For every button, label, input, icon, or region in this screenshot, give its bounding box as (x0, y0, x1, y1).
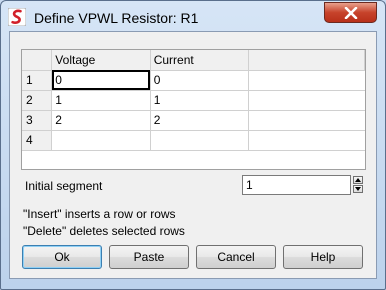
initial-segment-input[interactable] (242, 175, 351, 195)
voltage-cell[interactable]: 1 (51, 90, 151, 111)
paste-button[interactable]: Paste (109, 245, 189, 269)
row-header[interactable]: 1 (22, 70, 53, 91)
ok-button[interactable]: Ok (22, 245, 102, 269)
vpwl-table[interactable]: Voltage Current 1 0 0 2 1 1 3 2 2 4 (21, 49, 366, 170)
column-header-voltage: Voltage (51, 50, 151, 71)
insert-help-text: "Insert" inserts a row or rows (23, 207, 176, 221)
dialog-content: Voltage Current 1 0 0 2 1 1 3 2 2 4 Init… (9, 31, 377, 279)
help-button[interactable]: Help (283, 245, 363, 269)
simetrix-logo-icon (7, 7, 27, 27)
empty-cell (248, 70, 365, 91)
delete-help-text: "Delete" deletes selected rows (23, 224, 185, 238)
empty-cell (248, 110, 365, 131)
current-cell[interactable]: 1 (150, 90, 250, 111)
column-header-current: Current (150, 50, 250, 71)
column-header-empty (248, 50, 365, 71)
dialog-window: Define VPWL Resistor: R1 Voltage Current (0, 0, 386, 290)
voltage-cell[interactable]: 0 (51, 70, 151, 91)
empty-cell (248, 90, 365, 111)
voltage-cell[interactable] (51, 130, 151, 151)
table-row: 3 2 2 (22, 110, 365, 131)
current-cell[interactable]: 0 (150, 70, 250, 91)
title-bar[interactable]: Define VPWL Resistor: R1 (1, 1, 385, 33)
table-row: 4 (22, 130, 365, 151)
row-header[interactable]: 3 (22, 110, 53, 131)
row-header[interactable]: 4 (22, 130, 53, 151)
close-button[interactable] (324, 2, 377, 23)
empty-cell (248, 130, 365, 151)
spin-up-button[interactable] (353, 176, 363, 184)
table-row: 1 0 0 (22, 70, 365, 91)
spin-down-button[interactable] (353, 185, 363, 193)
close-icon (344, 6, 357, 19)
arrow-down-icon (355, 187, 361, 191)
cancel-button[interactable]: Cancel (196, 245, 276, 269)
current-cell[interactable] (150, 130, 250, 151)
table-row: 2 1 1 (22, 90, 365, 111)
row-header[interactable]: 2 (22, 90, 53, 111)
initial-segment-label: Initial segment (25, 179, 103, 193)
current-cell[interactable]: 2 (150, 110, 250, 131)
voltage-cell[interactable]: 2 (51, 110, 151, 131)
table-corner (22, 50, 53, 71)
window-title: Define VPWL Resistor: R1 (34, 10, 199, 26)
arrow-up-icon (355, 178, 361, 182)
